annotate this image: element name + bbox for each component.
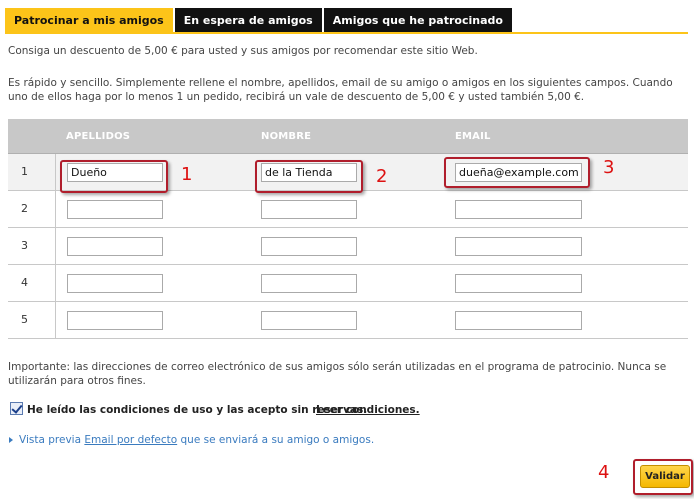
tab-bar: Patrocinar a mis amigos En espera de ami… [5, 8, 514, 33]
annotation-number-4: 4 [598, 462, 610, 483]
tab-patrocinados[interactable]: Amigos que he patrocinado [323, 8, 512, 33]
instructions-text: Es rápido y sencillo. Simplemente rellen… [8, 77, 673, 103]
email-input-5[interactable] [455, 311, 582, 330]
table-row: 3 [8, 228, 688, 265]
important-note: Importante: las direcciones de correo el… [8, 361, 667, 387]
arrow-right-icon [9, 437, 13, 443]
row-number: 1 [8, 154, 56, 190]
email-input-4[interactable] [455, 274, 582, 293]
preview-suffix: que se enviará a su amigo o amigos. [180, 434, 375, 446]
tab-underline [5, 32, 688, 34]
nombre-input-4[interactable] [261, 274, 357, 293]
table-row: 2 [8, 191, 688, 228]
read-conditions-link[interactable]: Leer condiciones. [316, 404, 420, 416]
header-nombre: NOMBRE [261, 131, 312, 142]
annotation-number-3: 3 [603, 157, 615, 178]
annotation-box-2 [255, 160, 363, 193]
nombre-input-5[interactable] [261, 311, 357, 330]
annotation-number-2: 2 [376, 166, 388, 187]
nombre-input-3[interactable] [261, 237, 357, 256]
row-number: 3 [8, 228, 56, 264]
annotation-box-3 [444, 157, 590, 188]
preview-line: Vista previa Email por defecto que se en… [9, 434, 374, 446]
row-number: 4 [8, 265, 56, 301]
header-apellidos: APELLIDOS [66, 131, 131, 142]
validar-button[interactable]: Validar [640, 465, 690, 488]
tab-patrocinar[interactable]: Patrocinar a mis amigos [5, 8, 173, 33]
row-number: 2 [8, 191, 56, 227]
table-row: 4 [8, 265, 688, 302]
apellidos-input-3[interactable] [67, 237, 163, 256]
nombre-input-2[interactable] [261, 200, 357, 219]
intro-text: Consiga un descuento de 5,00 € para uste… [8, 45, 478, 57]
table-header: APELLIDOS NOMBRE EMAIL [8, 119, 688, 154]
tab-en-espera[interactable]: En espera de amigos [174, 8, 322, 33]
annotation-number-1: 1 [181, 164, 193, 185]
table-row: 5 [8, 302, 688, 339]
row-number: 5 [8, 302, 56, 338]
annotation-box-1 [60, 160, 168, 193]
email-input-2[interactable] [455, 200, 582, 219]
friends-table: APELLIDOS NOMBRE EMAIL 1 2 3 4 5 [8, 119, 688, 339]
default-email-link[interactable]: Email por defecto [84, 434, 177, 446]
apellidos-input-4[interactable] [67, 274, 163, 293]
header-email: EMAIL [455, 131, 491, 142]
apellidos-input-5[interactable] [67, 311, 163, 330]
accept-conditions-checkbox[interactable] [10, 402, 23, 415]
preview-prefix: Vista previa [19, 434, 82, 446]
email-input-3[interactable] [455, 237, 582, 256]
apellidos-input-2[interactable] [67, 200, 163, 219]
